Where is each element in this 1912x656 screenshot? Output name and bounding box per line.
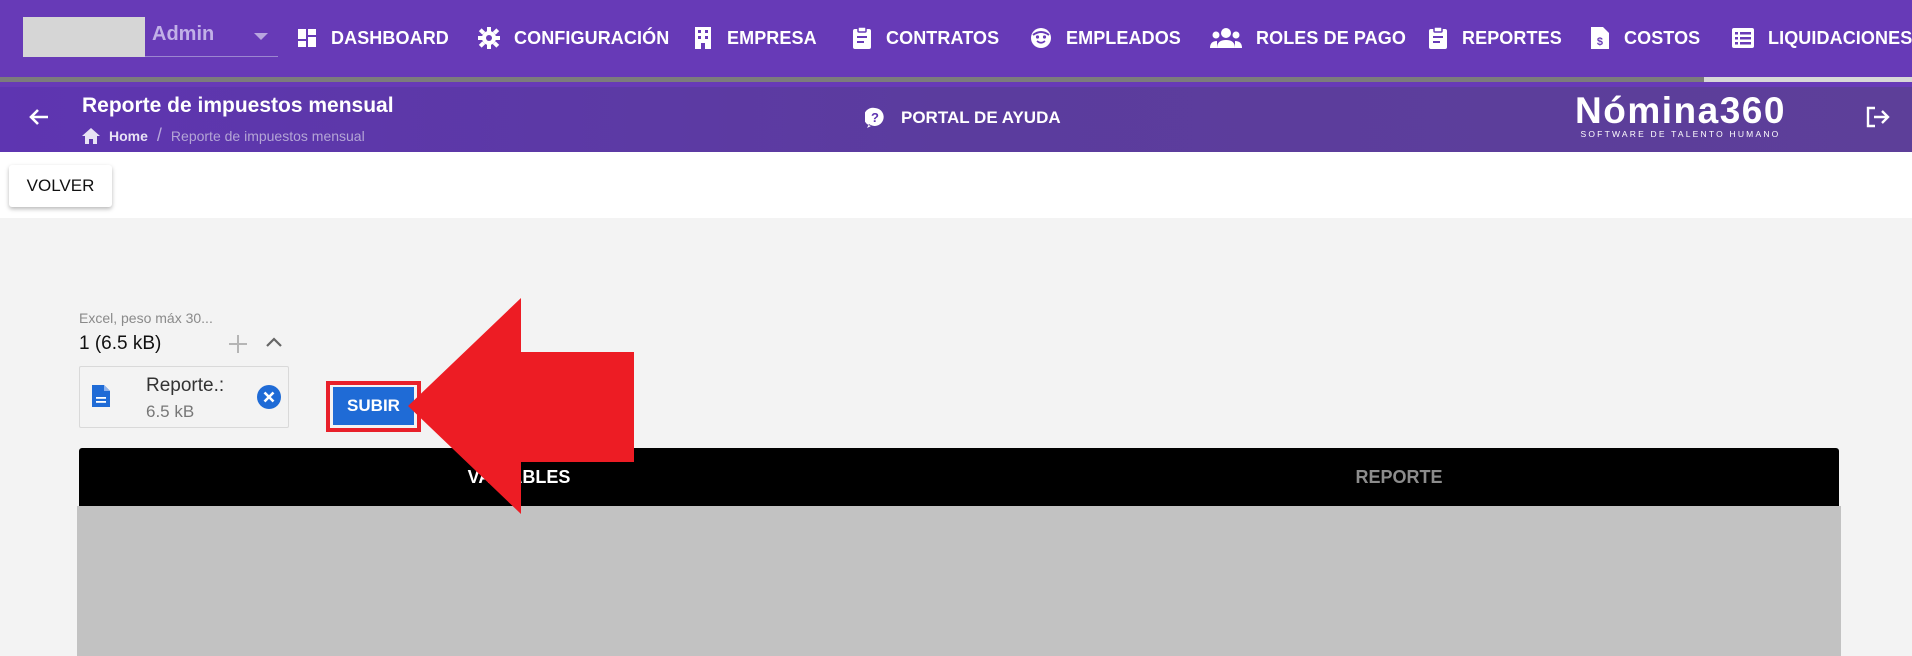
brand-logo: Nómina360 SOFTWARE DE TALENTO HUMANO bbox=[1568, 90, 1793, 140]
arrow-left-icon[interactable] bbox=[28, 106, 50, 128]
tab-variables[interactable]: VARIABLES bbox=[79, 448, 959, 506]
clipboard-icon bbox=[853, 26, 871, 49]
upload-submit-button[interactable]: SUBIR bbox=[333, 387, 414, 425]
nav-item-empresa[interactable]: EMPRESA bbox=[693, 22, 817, 54]
breadcrumb-current: Reporte de impuestos mensual bbox=[170, 127, 365, 144]
remove-file-icon[interactable] bbox=[256, 384, 282, 410]
dashboard-icon bbox=[298, 29, 316, 47]
top-navigation: Admin DASHBOARD CONFIGURACIÓN EMPRESA CO… bbox=[0, 0, 1912, 87]
back-button[interactable]: VOLVER bbox=[9, 165, 112, 207]
logout-icon[interactable] bbox=[1866, 106, 1890, 128]
breadcrumb-separator: / bbox=[156, 125, 162, 145]
breadcrumb: Home / Reporte de impuestos mensual bbox=[82, 125, 365, 146]
plus-icon[interactable] bbox=[228, 334, 248, 354]
nav-item-empleados[interactable]: EMPLEADOS bbox=[1030, 22, 1181, 54]
list-icon bbox=[1732, 28, 1754, 48]
uploaded-file-card: Reporte.: 6.5 kB bbox=[79, 366, 289, 428]
tab-content-panel bbox=[77, 506, 1841, 656]
action-toolbar: VOLVER bbox=[0, 152, 1912, 218]
nav-label: EMPRESA bbox=[727, 27, 817, 48]
nav-label: CONFIGURACIÓN bbox=[514, 27, 670, 48]
file-size: 6.5 kB bbox=[146, 402, 195, 421]
help-portal-link[interactable]: ? PORTAL DE AYUDA bbox=[865, 107, 1061, 129]
people-icon bbox=[1210, 28, 1242, 48]
nav-item-configuracion[interactable]: CONFIGURACIÓN bbox=[478, 22, 669, 54]
file-name: Reporte.: bbox=[146, 375, 225, 396]
upload-hint: Excel, peso máx 30... bbox=[79, 310, 213, 326]
nav-item-roles-de-pago[interactable]: ROLES DE PAGO bbox=[1210, 22, 1406, 54]
nav-item-dashboard[interactable]: DASHBOARD bbox=[297, 22, 449, 54]
breadcrumb-home[interactable]: Home bbox=[109, 128, 148, 144]
loading-bar bbox=[0, 77, 1704, 82]
nav-item-reportes[interactable]: REPORTES bbox=[1428, 22, 1562, 54]
user-name: Admin bbox=[152, 23, 215, 45]
user-menu[interactable]: Admin bbox=[23, 17, 278, 57]
avatar bbox=[23, 17, 145, 57]
chevron-down-icon[interactable] bbox=[254, 33, 268, 40]
nav-label: ROLES DE PAGO bbox=[1256, 27, 1406, 48]
nav-label: CONTRATOS bbox=[886, 27, 1000, 48]
nav-label: LIQUIDACIONES bbox=[1768, 27, 1912, 48]
svg-text:?: ? bbox=[871, 110, 879, 125]
page-title: Reporte de impuestos mensual bbox=[82, 94, 394, 117]
brand-tagline: SOFTWARE DE TALENTO HUMANO bbox=[1580, 129, 1781, 139]
dollar-file-icon: $ bbox=[1591, 27, 1609, 49]
face-icon bbox=[1031, 28, 1051, 48]
brand-name: Nómina360 bbox=[1575, 90, 1786, 131]
nav-item-contratos[interactable]: CONTRATOS bbox=[852, 22, 999, 54]
nav-label: REPORTES bbox=[1462, 27, 1562, 48]
nav-label: DASHBOARD bbox=[331, 27, 449, 48]
gear-icon bbox=[478, 27, 500, 49]
chevron-up-icon[interactable] bbox=[265, 336, 283, 348]
home-icon[interactable] bbox=[82, 127, 100, 144]
building-icon bbox=[695, 27, 711, 49]
svg-text:$: $ bbox=[1597, 36, 1603, 48]
tab-reporte[interactable]: REPORTE bbox=[959, 448, 1839, 506]
upload-file-count: 1 (6.5 kB) bbox=[79, 333, 162, 354]
nav-item-costos[interactable]: $ COSTOS bbox=[1590, 22, 1700, 54]
nav-label: EMPLEADOS bbox=[1066, 27, 1181, 48]
page-header: Reporte de impuestos mensual Home / Repo… bbox=[0, 87, 1912, 152]
help-icon: ? bbox=[865, 107, 884, 128]
clipboard-icon bbox=[1429, 26, 1447, 49]
file-icon bbox=[92, 385, 110, 407]
tab-bar: VARIABLES REPORTE bbox=[79, 448, 1839, 506]
help-portal-label: PORTAL DE AYUDA bbox=[901, 108, 1061, 127]
nav-label: COSTOS bbox=[1624, 27, 1701, 48]
loading-bar-track bbox=[1704, 77, 1912, 82]
nav-item-liquidaciones[interactable]: LIQUIDACIONES bbox=[1732, 22, 1912, 54]
